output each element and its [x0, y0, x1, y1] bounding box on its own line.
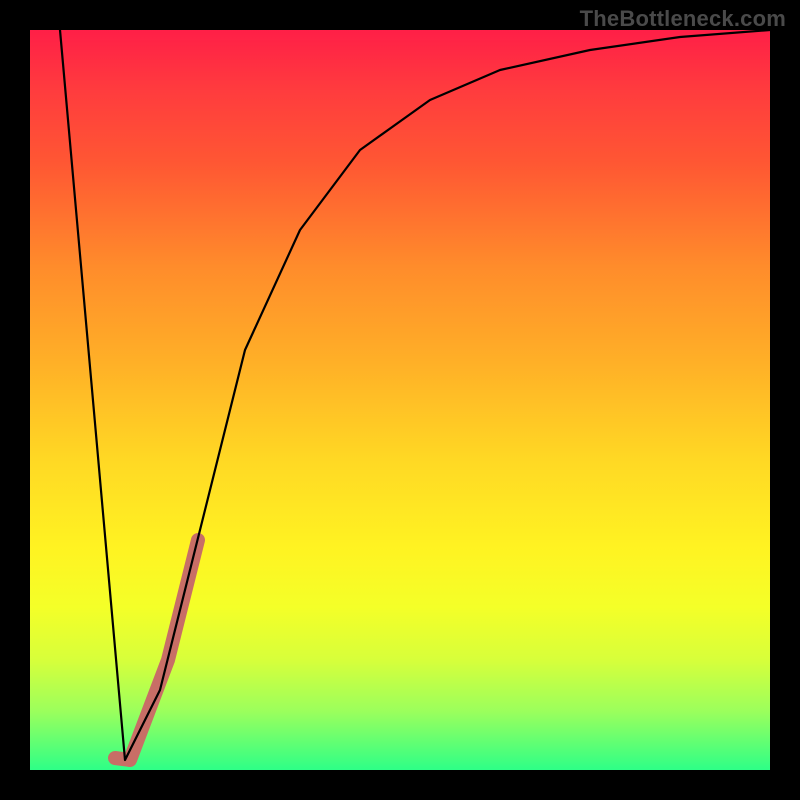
chart-frame: TheBottleneck.com — [0, 0, 800, 800]
plot-area — [30, 30, 770, 770]
chart-svg — [30, 30, 770, 770]
series-highlight — [115, 540, 198, 760]
watermark-text: TheBottleneck.com — [580, 6, 786, 32]
